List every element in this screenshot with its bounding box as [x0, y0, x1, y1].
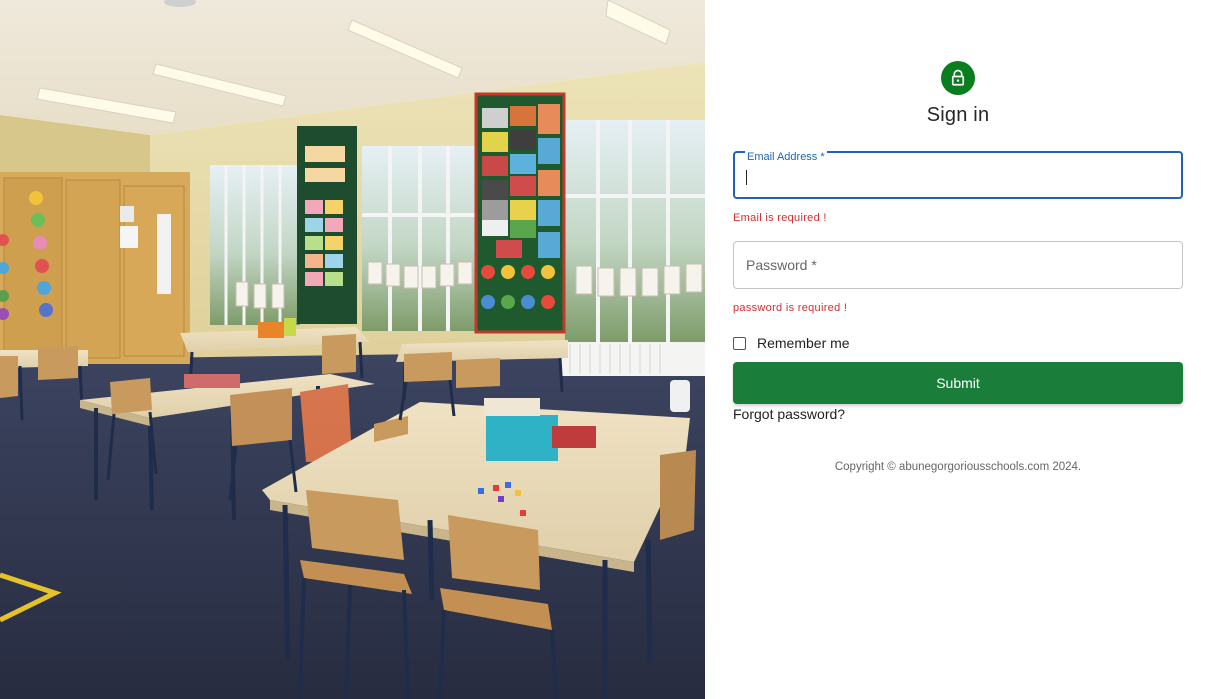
remember-label: Remember me — [757, 335, 850, 351]
password-error: password is required ! — [733, 302, 848, 314]
classroom-photo — [0, 0, 705, 699]
copyright: Copyright © abunegorgoriousschools.com 2… — [834, 461, 1082, 473]
remember-checkbox[interactable] — [733, 336, 746, 350]
password-input[interactable] — [734, 242, 1182, 288]
forgot-password-link[interactable]: Forgot password? — [733, 406, 845, 422]
page-title: Sign in — [926, 104, 990, 126]
email-input[interactable] — [735, 153, 1181, 197]
text-caret — [746, 170, 747, 185]
remember-me[interactable]: Remember me — [733, 335, 850, 351]
password-field-container — [733, 241, 1183, 289]
email-field-container: Email Address * — [733, 151, 1183, 199]
sign-in-panel: Sign in Email Address * Email is require… — [705, 0, 1210, 699]
email-error: Email is required ! — [733, 212, 827, 224]
submit-button[interactable]: Submit — [733, 362, 1183, 404]
lock-icon — [941, 61, 975, 95]
